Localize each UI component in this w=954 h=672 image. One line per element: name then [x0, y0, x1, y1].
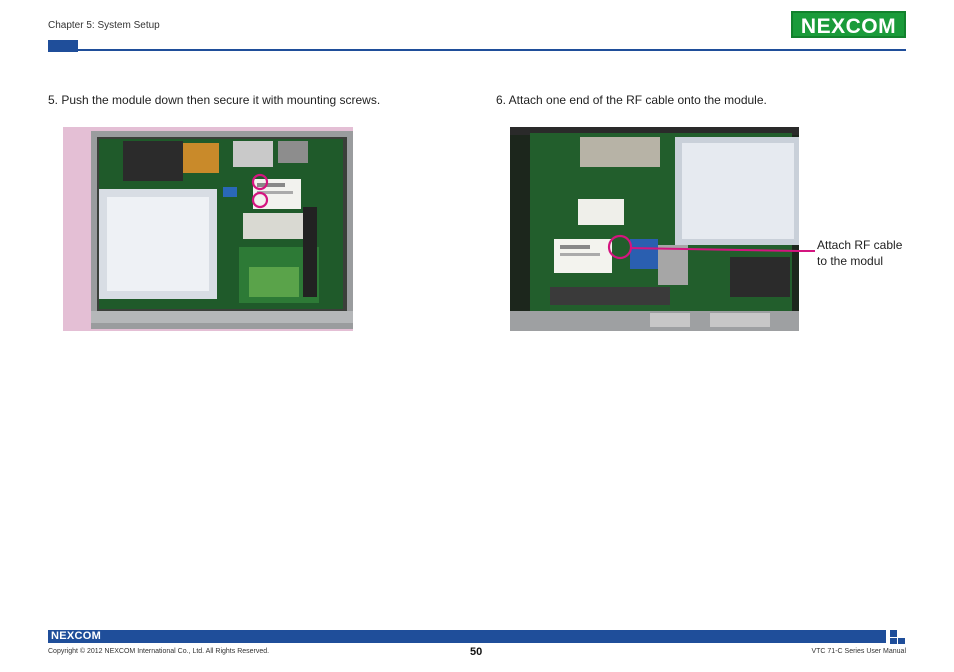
nexcom-logo: NEXCOM	[791, 11, 906, 38]
step-6-caption: 6. Attach one end of the RF cable onto t…	[496, 93, 767, 107]
board-closeup-illustration	[510, 127, 799, 331]
footer-logo: NEXCOM	[51, 630, 102, 642]
chapter-title: Chapter 5: System Setup	[48, 20, 160, 31]
header-rule	[78, 49, 906, 51]
logo-text: NEXCOM	[800, 15, 897, 38]
step-5-caption: 5. Push the module down then secure it w…	[48, 93, 381, 107]
manual-title: VTC 71-C Series User Manual	[811, 648, 906, 655]
footer-square-icon	[898, 638, 905, 644]
rf-cable-photo	[510, 127, 799, 331]
annotation-line-2: to the modul	[817, 254, 884, 268]
module-screws-photo	[63, 127, 353, 331]
copyright-text: Copyright © 2012 NEXCOM International Co…	[48, 648, 270, 655]
footer-square-icon	[890, 630, 897, 637]
annotation-line-1: Attach RF cable	[817, 238, 903, 252]
page-number: 50	[470, 646, 483, 658]
board-illustration	[63, 127, 353, 331]
callout-line	[799, 250, 815, 252]
footer-square-icon	[890, 638, 897, 644]
rf-cable-annotation: Attach RF cable to the modul	[817, 237, 902, 269]
footer-bar	[48, 630, 886, 643]
header-accent-block	[48, 40, 78, 52]
